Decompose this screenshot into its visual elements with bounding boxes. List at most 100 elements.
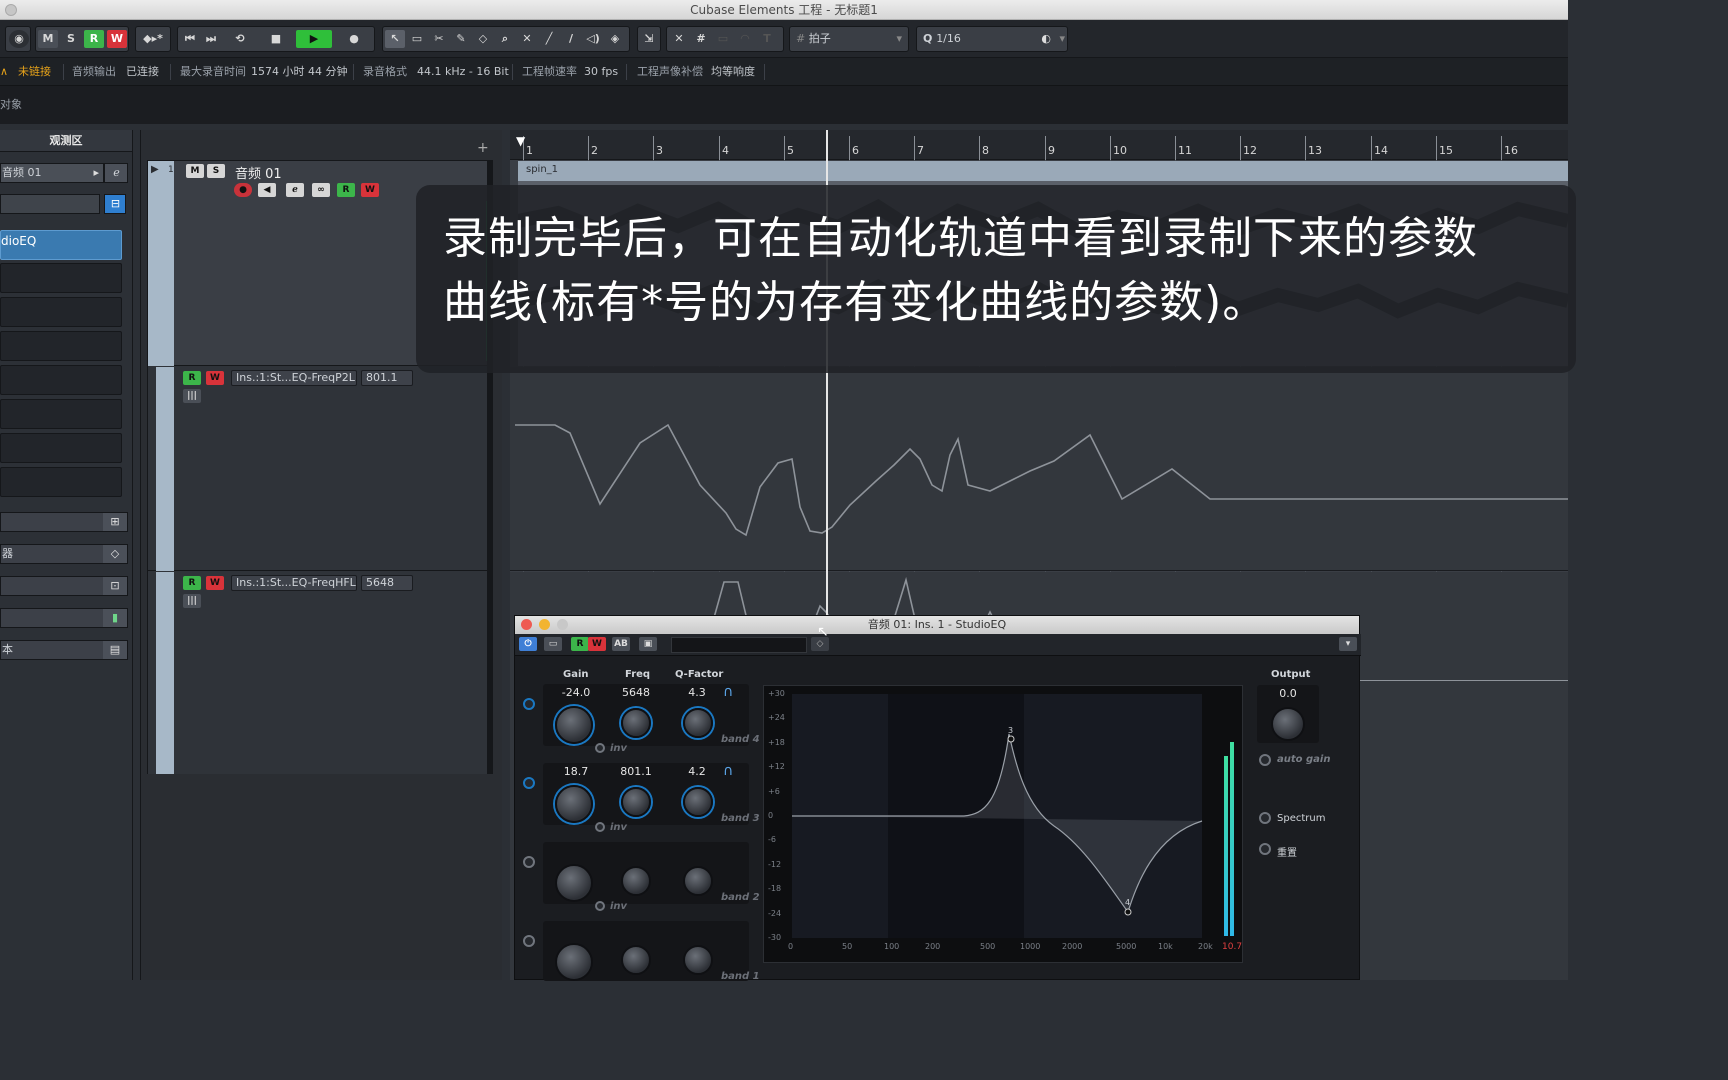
- snap-zero-icon[interactable]: T: [757, 30, 777, 48]
- bell-filter-icon[interactable]: ∩: [723, 763, 733, 779]
- quantize-select[interactable]: Q 1/16 ◐ ▾: [916, 26, 1068, 52]
- band-4-q-knob[interactable]: [683, 708, 713, 738]
- zoom-button[interactable]: [557, 619, 568, 630]
- ab-compare-icon[interactable]: AB: [612, 637, 630, 651]
- color-tool-icon[interactable]: ◈: [605, 30, 625, 48]
- insert-slot-5[interactable]: [0, 365, 122, 395]
- inspector-section-channel[interactable]: ⊡: [0, 576, 128, 596]
- band-3-q-knob[interactable]: [683, 787, 713, 817]
- band-2-invert-button[interactable]: [595, 901, 605, 911]
- read-button[interactable]: R: [571, 637, 589, 651]
- chevron-down-icon[interactable]: ▾: [1339, 637, 1357, 651]
- line-draw-tool-icon[interactable]: /: [561, 30, 581, 48]
- band-1-enable-button[interactable]: [523, 935, 535, 947]
- write-button[interactable]: W: [361, 183, 379, 197]
- close-button[interactable]: [521, 619, 532, 630]
- band-1-q-knob[interactable]: [683, 945, 713, 975]
- band-1-freq-knob[interactable]: [621, 945, 651, 975]
- inspector-track-name[interactable]: 音频 01 ▸: [0, 163, 104, 183]
- band-2-q-knob[interactable]: [683, 866, 713, 896]
- read-all-button[interactable]: R: [84, 30, 104, 48]
- band-3-freq-value[interactable]: 801.1: [611, 765, 661, 778]
- insert-slot-6[interactable]: [0, 399, 122, 429]
- mute-tool-icon[interactable]: ✕: [517, 30, 537, 48]
- automation-mode-button[interactable]: ◆▸*: [135, 26, 171, 52]
- audio-out-value[interactable]: 已连接: [126, 58, 159, 86]
- draw-tool-icon[interactable]: ✎: [451, 30, 471, 48]
- band-3-freq-knob[interactable]: [621, 787, 651, 817]
- output-knob[interactable]: [1271, 707, 1305, 741]
- ruler[interactable]: 1 2 3 4 5 6 7 8 9 10 11 12 13 14 15 16: [510, 130, 1568, 160]
- eq-curve-display[interactable]: 10.7 +30 +24 +18 +12 +6 0 -6 -12 -18 -24 -30 0 50 100…: [763, 685, 1243, 963]
- automation-curve-freqp2l[interactable]: [510, 367, 1568, 571]
- spectrum-button[interactable]: [1259, 812, 1271, 824]
- band-2-freq-knob[interactable]: [621, 866, 651, 896]
- expand-icon[interactable]: ▶: [151, 164, 159, 175]
- insert-slot-2[interactable]: [0, 263, 122, 293]
- reset-button[interactable]: [1259, 843, 1271, 855]
- left-locator-icon[interactable]: ▼: [516, 134, 525, 148]
- grid-icon[interactable]: #: [691, 30, 711, 48]
- band-4-freq-knob[interactable]: [621, 708, 651, 738]
- read-button[interactable]: R: [337, 183, 355, 197]
- band-4-enable-button[interactable]: [523, 698, 535, 710]
- edit-channel-icon[interactable]: ℯ: [286, 183, 304, 197]
- automation-value-field[interactable]: 5648: [361, 575, 413, 591]
- automation-lane-freqp2l[interactable]: [510, 367, 1568, 571]
- line-tool-icon[interactable]: ╱: [539, 30, 559, 48]
- zoom-tool-icon[interactable]: ⌕: [495, 30, 515, 48]
- record-button[interactable]: ●: [344, 30, 364, 48]
- solo-button[interactable]: S: [207, 164, 225, 178]
- activate-project-button[interactable]: ◉: [5, 26, 31, 52]
- max-rec-value[interactable]: 1574 小时 44 分钟: [251, 58, 347, 86]
- track-name[interactable]: 音频 01: [235, 163, 282, 182]
- inspector-preset-field[interactable]: [0, 194, 100, 214]
- read-button[interactable]: R: [183, 371, 201, 385]
- automation-track-freqp2l[interactable]: R W Ins.:1:St...EQ-FreqP2L 801.1 |||: [148, 367, 491, 571]
- inspector-section-notepad[interactable]: 本 ▤: [0, 640, 128, 660]
- speaker-tool-icon[interactable]: ◁): [583, 30, 603, 48]
- band-2-enable-button[interactable]: [523, 856, 535, 868]
- band-3-gain-value[interactable]: 18.7: [551, 765, 601, 778]
- link-status[interactable]: 未链接: [18, 58, 51, 86]
- preset-field[interactable]: [671, 637, 807, 653]
- solo-all-button[interactable]: S: [61, 30, 81, 48]
- automation-mute-icon[interactable]: |||: [183, 594, 201, 608]
- band-4-gain-knob[interactable]: [555, 706, 593, 744]
- band-3-gain-knob[interactable]: [555, 785, 593, 823]
- eq-title-bar[interactable]: 音频 01: Ins. 1 - StudioEQ: [515, 616, 1359, 634]
- mute-button[interactable]: M: [186, 164, 204, 178]
- go-to-end-icon[interactable]: ⏭: [201, 30, 221, 48]
- erase-tool-icon[interactable]: ◇: [473, 30, 493, 48]
- band-3-invert-button[interactable]: [595, 822, 605, 832]
- write-button[interactable]: W: [206, 371, 224, 385]
- minimize-button[interactable]: [539, 619, 550, 630]
- link-icon[interactable]: ∞: [312, 183, 330, 197]
- split-tool-icon[interactable]: ✂: [429, 30, 449, 48]
- mute-all-button[interactable]: M: [38, 30, 58, 48]
- band-4-invert-button[interactable]: [595, 743, 605, 753]
- inspector-section-sends[interactable]: 器 ◇: [0, 544, 128, 564]
- automation-track-freqhfl[interactable]: R W Ins.:1:St...EQ-FreqHFL 5648 |||: [148, 572, 491, 774]
- go-to-start-icon[interactable]: ⏮: [180, 30, 200, 48]
- band-4-gain-value[interactable]: -24.0: [551, 686, 601, 699]
- automation-value-field[interactable]: 801.1: [361, 370, 413, 386]
- band-2-gain-knob[interactable]: [555, 864, 593, 902]
- insert-slot-3[interactable]: [0, 297, 122, 327]
- band-1-gain-knob[interactable]: [555, 943, 593, 981]
- band-4-q-value[interactable]: 4.3: [677, 686, 717, 699]
- side-chain-icon[interactable]: ▣: [639, 637, 657, 651]
- band-3-q-value[interactable]: 4.2: [677, 765, 717, 778]
- edit-channel-icon[interactable]: ℯ: [104, 163, 128, 183]
- snap-mode-icon[interactable]: ▭: [713, 30, 733, 48]
- object-select-tool-icon[interactable]: ↖: [385, 30, 405, 48]
- band-3-enable-button[interactable]: [523, 777, 535, 789]
- pan-law-value[interactable]: 均等响度: [711, 58, 755, 86]
- range-tool-icon[interactable]: ▭: [407, 30, 427, 48]
- insert-slot-4[interactable]: [0, 331, 122, 361]
- autoscroll-button[interactable]: ⇲: [637, 26, 661, 52]
- inserts-bypass-icon[interactable]: ⊟: [104, 194, 126, 214]
- automation-mute-icon[interactable]: |||: [183, 389, 201, 403]
- write-all-button[interactable]: W: [107, 30, 127, 48]
- record-enable-icon[interactable]: ●: [234, 183, 252, 197]
